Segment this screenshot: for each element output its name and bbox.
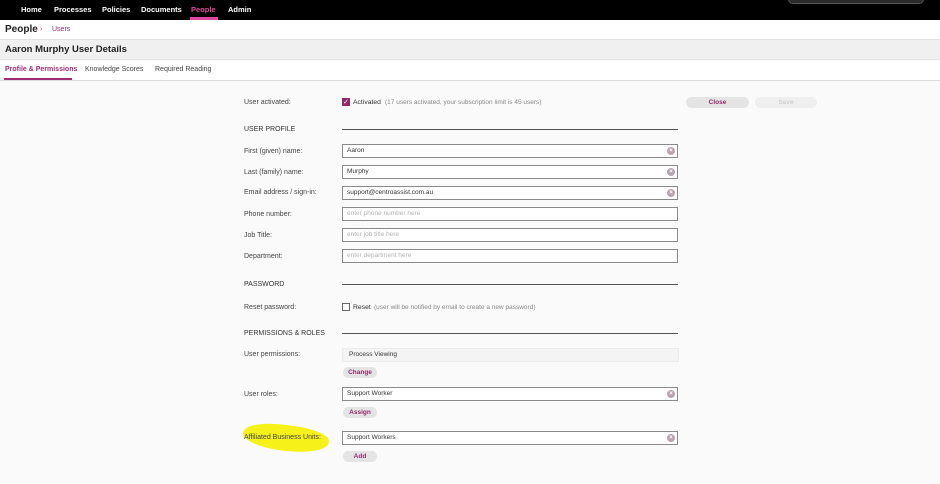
save-button[interactable]: Save xyxy=(755,97,817,108)
last-name-value: Murphy xyxy=(347,168,369,175)
top-navigation: Home Processes Policies Documents People… xyxy=(0,0,940,20)
phone-placeholder: enter phone number here xyxy=(347,210,421,217)
email-label: Email address / sign-in: xyxy=(244,189,317,196)
phone-field[interactable]: enter phone number here xyxy=(342,207,678,221)
section-divider xyxy=(342,129,678,130)
last-name-field[interactable]: Murphy × xyxy=(342,165,678,179)
nav-processes[interactable]: Processes xyxy=(54,5,92,14)
user-permissions-label: User permissions: xyxy=(244,351,301,358)
tab-required-reading[interactable]: Required Reading xyxy=(155,66,211,73)
business-units-label: Affiliated Business Units: xyxy=(244,434,321,441)
clear-icon[interactable]: × xyxy=(667,434,675,442)
breadcrumb: People › Users xyxy=(0,20,940,40)
password-heading: PASSWORD xyxy=(244,281,285,288)
chevron-right-icon: › xyxy=(40,26,43,33)
section-divider xyxy=(342,284,678,285)
department-label: Department: xyxy=(244,253,283,260)
user-roles-field[interactable]: Support Worker × xyxy=(342,387,678,401)
tab-profile-permissions[interactable]: Profile & Permissions xyxy=(5,66,77,73)
phone-label: Phone number: xyxy=(244,211,292,218)
department-field[interactable]: enter department here xyxy=(342,249,678,263)
activation-note: (17 users activated, your subscription l… xyxy=(385,99,542,106)
active-tab-indicator xyxy=(4,78,72,80)
breadcrumb-title: People xyxy=(5,24,38,35)
reset-password-label: Reset password: xyxy=(244,304,297,311)
email-field[interactable]: support@centroassist.com.au × xyxy=(342,186,678,200)
job-title-placeholder: enter job title here xyxy=(347,231,400,238)
page-title: Aaron Murphy User Details xyxy=(5,44,127,55)
nav-policies[interactable]: Policies xyxy=(102,5,130,14)
business-units-field[interactable]: Support Workers × xyxy=(342,431,678,445)
reset-password-checkbox[interactable] xyxy=(342,303,350,311)
top-search-box[interactable] xyxy=(788,0,924,4)
check-icon: ✓ xyxy=(343,99,349,106)
nav-home[interactable]: Home xyxy=(21,5,42,14)
nav-documents[interactable]: Documents xyxy=(141,5,182,14)
user-roles-value: Support Worker xyxy=(347,390,393,397)
change-permissions-button[interactable]: Change xyxy=(343,367,377,378)
last-name-label: Last (family) name: xyxy=(244,169,304,176)
activated-checkbox-label: Activated xyxy=(353,99,381,106)
user-roles-label: User roles: xyxy=(244,391,278,398)
clear-icon[interactable]: × xyxy=(667,147,675,155)
user-activated-label: User activated: xyxy=(244,99,291,106)
reset-password-note: (user will be notified by email to creat… xyxy=(374,304,536,311)
tab-bar: Profile & Permissions Knowledge Scores R… xyxy=(0,60,940,81)
job-title-field[interactable]: enter job title here xyxy=(342,228,678,242)
activated-checkbox[interactable]: ✓ xyxy=(342,98,350,106)
breadcrumb-users-link[interactable]: Users xyxy=(52,26,70,33)
user-profile-heading: USER PROFILE xyxy=(244,126,296,133)
first-name-label: First (given) name: xyxy=(244,148,303,155)
nav-people[interactable]: People xyxy=(191,5,216,14)
clear-icon[interactable]: × xyxy=(667,168,675,176)
business-units-value: Support Workers xyxy=(347,434,396,441)
nav-admin[interactable]: Admin xyxy=(228,5,251,14)
close-button[interactable]: Close xyxy=(686,97,749,108)
job-title-label: Job Title: xyxy=(244,232,273,239)
reset-checkbox-label: Reset xyxy=(353,304,371,311)
clear-icon[interactable]: × xyxy=(667,189,675,197)
title-bar: Aaron Murphy User Details xyxy=(0,40,940,60)
user-permissions-box: Process Viewing xyxy=(342,348,679,362)
permissions-roles-heading: PERMISSIONS & ROLES xyxy=(244,330,325,337)
first-name-field[interactable]: Aaron × xyxy=(342,144,678,158)
department-placeholder: enter department here xyxy=(347,252,412,259)
add-business-unit-button[interactable]: Add xyxy=(343,451,377,462)
user-permissions-value: Process Viewing xyxy=(349,351,397,358)
email-value: support@centroassist.com.au xyxy=(347,189,434,196)
first-name-value: Aaron xyxy=(347,147,365,154)
assign-roles-button[interactable]: Assign xyxy=(343,407,377,418)
section-divider xyxy=(342,333,678,334)
tab-knowledge-scores[interactable]: Knowledge Scores xyxy=(85,66,143,73)
clear-icon[interactable]: × xyxy=(667,390,675,398)
